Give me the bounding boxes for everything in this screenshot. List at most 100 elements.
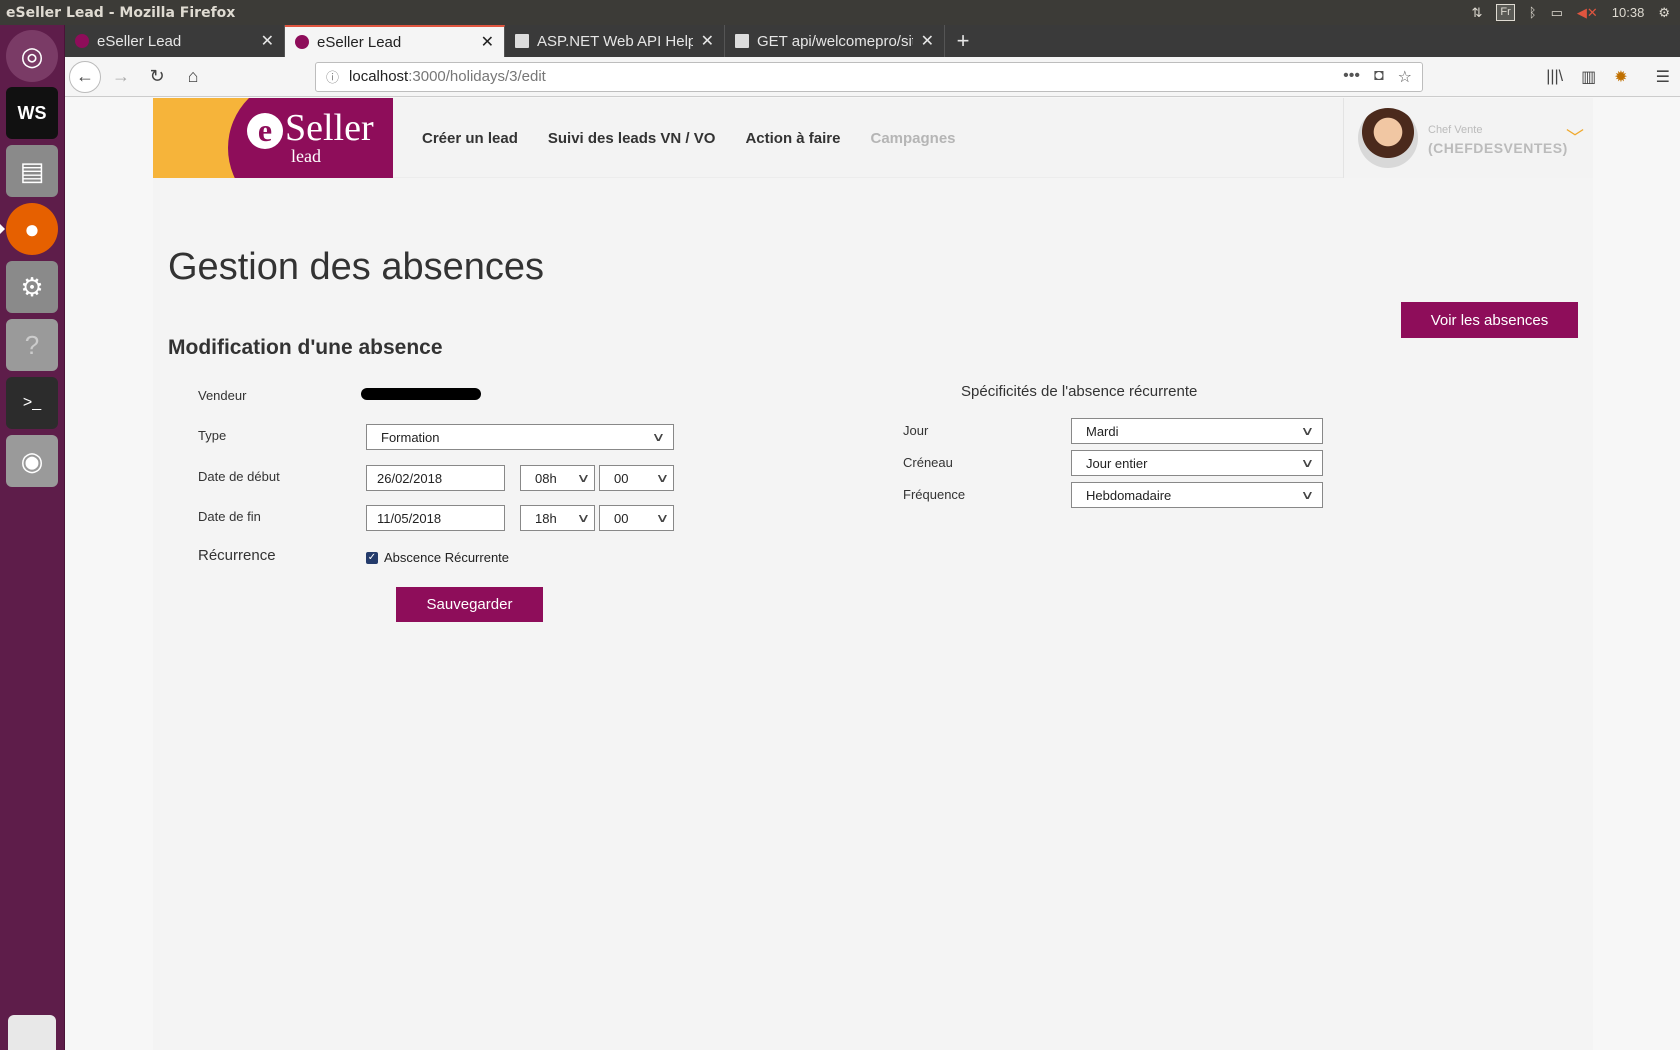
date-fin-value: 11/05/2018 [377, 510, 442, 526]
back-button[interactable]: ← [69, 60, 101, 93]
screenshot-icon[interactable]: ◉ [6, 435, 58, 487]
type-select[interactable]: Formation ∨ [366, 424, 674, 450]
date-debut-input[interactable]: 26/02/2018 [366, 465, 505, 491]
ubuntu-dash-icon[interactable]: ◎ [6, 30, 58, 82]
tab-label: eSeller Lead [317, 33, 402, 51]
network-icon[interactable]: ⇅ [1472, 5, 1483, 21]
forward-button[interactable]: → [105, 61, 137, 93]
frequence-select[interactable]: Hebdomadaire ∨ [1071, 482, 1323, 508]
date-debut-minute-select[interactable]: 00 ∨ [599, 465, 674, 491]
battery-icon[interactable]: ▭ [1551, 5, 1563, 21]
date-fin-hour-value: 18h [535, 510, 557, 526]
sauvegarder-button[interactable]: Sauvegarder [396, 587, 543, 622]
terminal-icon[interactable]: >_ [6, 377, 58, 429]
firefox-icon[interactable]: ● [6, 203, 58, 255]
section-title: Modification d'une absence [168, 336, 443, 359]
date-fin-minute-value: 00 [614, 510, 629, 526]
keyboard-layout-indicator[interactable]: Fr [1496, 4, 1515, 21]
date-debut-minute-value: 00 [614, 470, 629, 486]
volume-muted-icon[interactable]: ◀✕ [1577, 5, 1598, 21]
bluetooth-icon[interactable]: ᛒ [1529, 5, 1537, 20]
chevron-down-icon: ∨ [655, 471, 670, 485]
nav-suivi-leads[interactable]: Suivi des leads VN / VO [548, 130, 716, 147]
tab-label: eSeller Lead [97, 32, 182, 50]
nav-creer-lead[interactable]: Créer un lead [422, 130, 518, 147]
chevron-down-icon[interactable]: ﹀ [1566, 124, 1584, 150]
vendeur-label: Vendeur [198, 388, 247, 403]
user-name: (CHEFDESVENTES) [1428, 140, 1568, 156]
creneau-select[interactable]: Jour entier ∨ [1071, 450, 1323, 476]
url-path: :3000/holidays/3/edit [408, 68, 546, 85]
frequence-label: Fréquence [903, 487, 966, 502]
browser-navbar: ← → ↻ ⌂ ⓘ localhost:3000/holidays/3/edit… [65, 57, 1680, 97]
close-icon[interactable]: ✕ [481, 32, 494, 52]
close-icon[interactable]: ✕ [261, 31, 274, 51]
eseller-logo[interactable]: e Seller lead [153, 98, 393, 178]
date-fin-input[interactable]: 11/05/2018 [366, 505, 505, 531]
type-label: Type [198, 428, 227, 443]
close-icon[interactable]: ✕ [701, 31, 714, 51]
user-menu[interactable]: Chef Vente (CHEFDESVENTES) ﹀ [1343, 98, 1593, 178]
page-title: Gestion des absences [168, 246, 545, 288]
date-fin-minute-select[interactable]: 00 ∨ [599, 505, 674, 531]
eseller-favicon-icon [295, 35, 309, 49]
webstorm-icon[interactable]: WS [6, 87, 58, 139]
page-content: e Seller lead Créer un lead Suivi des lea… [153, 98, 1593, 1050]
browser-tab[interactable]: GET api/welcomepro/sit ✕ [725, 25, 945, 57]
date-fin-hour-select[interactable]: 18h ∨ [520, 505, 595, 531]
new-tab-button[interactable]: + [945, 25, 981, 57]
document-icon [735, 34, 749, 48]
url-actions: ••• ◘ ☆ [1343, 67, 1422, 87]
jour-select[interactable]: Mardi ∨ [1071, 418, 1323, 444]
app-header: e Seller lead Créer un lead Suivi des lea… [153, 98, 1593, 178]
logo-brand-text: Seller [285, 107, 374, 149]
chevron-down-icon: ∨ [655, 511, 670, 525]
tab-label: GET api/welcomepro/sit [757, 32, 913, 50]
recurrent-checkbox-label: Abscence Récurrente [384, 550, 510, 565]
frequence-select-value: Hebdomadaire [1086, 487, 1172, 503]
system-top-panel: eSeller Lead - Mozilla Firefox ⇅ Fr ᛒ ▭ … [0, 0, 1680, 25]
launcher-active-indicator [0, 224, 5, 234]
browser-tab[interactable]: ASP.NET Web API Help P ✕ [505, 25, 725, 57]
avatar [1358, 108, 1418, 168]
voir-absences-button[interactable]: Voir les absences [1401, 302, 1578, 338]
home-button[interactable]: ⌂ [177, 61, 209, 93]
main-nav: Créer un lead Suivi des leads VN / VO Ac… [422, 98, 956, 178]
checkbox-checked-icon[interactable]: ✓ [366, 551, 378, 564]
help-icon[interactable]: ? [6, 319, 58, 371]
ubuntu-launcher: ◎ WS ▤ ● ⚙ ? >_ ◉ [0, 25, 65, 1050]
tab-label: ASP.NET Web API Help P [537, 32, 693, 50]
nav-action-a-faire[interactable]: Action à faire [745, 130, 840, 147]
recurrence-section-title: Spécificités de l'absence récurrente [961, 383, 1198, 400]
menu-icon[interactable]: ☰ [1656, 67, 1670, 87]
chevron-down-icon: ∨ [1300, 456, 1315, 470]
window-title: eSeller Lead - Mozilla Firefox [6, 4, 236, 21]
clock[interactable]: 10:38 [1612, 5, 1645, 20]
date-debut-hour-select[interactable]: 08h ∨ [520, 465, 595, 491]
url-bar[interactable]: ⓘ localhost:3000/holidays/3/edit ••• ◘ ☆ [315, 61, 1423, 92]
logo-brand: e Seller [247, 106, 374, 150]
recurrent-checkbox-row[interactable]: ✓ Abscence Récurrente [366, 550, 509, 565]
nav-campagnes[interactable]: Campagnes [870, 130, 955, 147]
chevron-down-icon: ∨ [576, 511, 591, 525]
system-settings-icon[interactable]: ⚙ [6, 261, 58, 313]
pocket-icon[interactable]: ◘ [1374, 67, 1384, 87]
page-actions-icon[interactable]: ••• [1343, 67, 1360, 87]
chevron-down-icon: ∨ [1300, 488, 1315, 502]
files-icon[interactable]: ▤ [6, 145, 58, 197]
reload-button[interactable]: ↻ [141, 61, 173, 93]
power-gear-icon[interactable]: ⚙ [1658, 5, 1670, 21]
browser-tab[interactable]: eSeller Lead ✕ [65, 25, 285, 57]
chevron-down-icon: ∨ [651, 430, 666, 444]
bookmark-star-icon[interactable]: ☆ [1398, 67, 1412, 87]
creneau-label: Créneau [903, 455, 953, 470]
site-info-icon[interactable]: ⓘ [326, 67, 339, 86]
sidebar-icon[interactable]: ▥ [1581, 67, 1596, 87]
extension-icon[interactable]: ✹ [1614, 67, 1627, 87]
creneau-select-value: Jour entier [1086, 455, 1148, 471]
browser-tab-active[interactable]: eSeller Lead ✕ [285, 25, 505, 57]
library-icon[interactable]: |||\ [1546, 68, 1563, 86]
user-role: Chef Vente [1428, 124, 1483, 136]
trash-icon[interactable] [8, 1015, 56, 1050]
close-icon[interactable]: ✕ [921, 31, 934, 51]
